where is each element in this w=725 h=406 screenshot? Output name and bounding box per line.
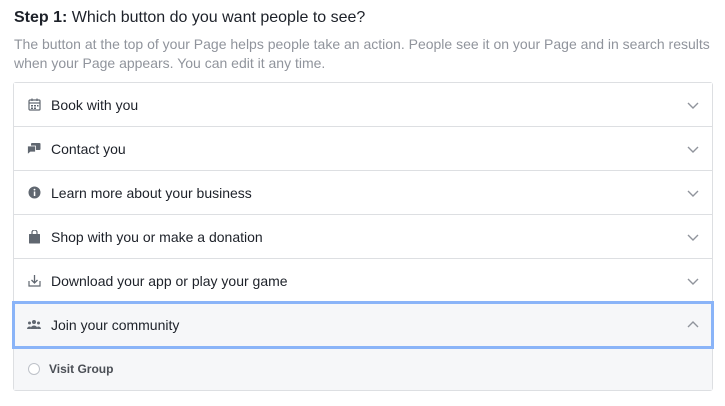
button-options-list: Book with you Contact you Learn more abo… — [12, 82, 714, 391]
option-shop[interactable]: Shop with you or make a donation — [14, 215, 712, 259]
chevron-down-icon — [686, 142, 700, 156]
option-download[interactable]: Download your app or play your game — [14, 259, 712, 303]
option-label: Contact you — [51, 140, 126, 157]
step-question: Which button do you want people to see? — [71, 9, 366, 26]
people-icon — [27, 318, 41, 332]
chevron-down-icon — [686, 274, 700, 288]
chevron-down-icon — [686, 230, 700, 244]
chevron-down-icon — [686, 186, 700, 200]
option-label: Book with you — [51, 96, 139, 113]
download-icon — [27, 274, 41, 288]
chat-bubbles-icon — [27, 142, 41, 156]
visit-group-radio[interactable] — [28, 362, 40, 375]
step-number: Step 1: — [14, 9, 68, 26]
shopping-bag-icon — [27, 229, 41, 244]
option-label: Learn more about your business — [51, 184, 252, 201]
option-contact[interactable]: Contact you — [14, 127, 712, 171]
step-title: Step 1: Which button do you want people … — [14, 8, 365, 28]
chevron-down-icon — [686, 98, 700, 112]
option-learn-more[interactable]: Learn more about your business — [14, 171, 712, 215]
option-label: Download your app or play your game — [51, 272, 288, 289]
info-icon — [27, 186, 41, 200]
calendar-icon — [27, 98, 41, 112]
step-description: The button at the top of your Page helps… — [14, 36, 710, 71]
option-visit-group[interactable]: Visit Group — [14, 347, 712, 390]
chevron-up-icon — [686, 318, 700, 332]
option-label: Join your community — [51, 316, 180, 333]
visit-group-label: Visit Group — [49, 361, 114, 376]
option-join-community[interactable]: Join your community — [12, 301, 714, 349]
option-label: Shop with you or make a donation — [51, 228, 263, 245]
option-book[interactable]: Book with you — [14, 83, 712, 127]
